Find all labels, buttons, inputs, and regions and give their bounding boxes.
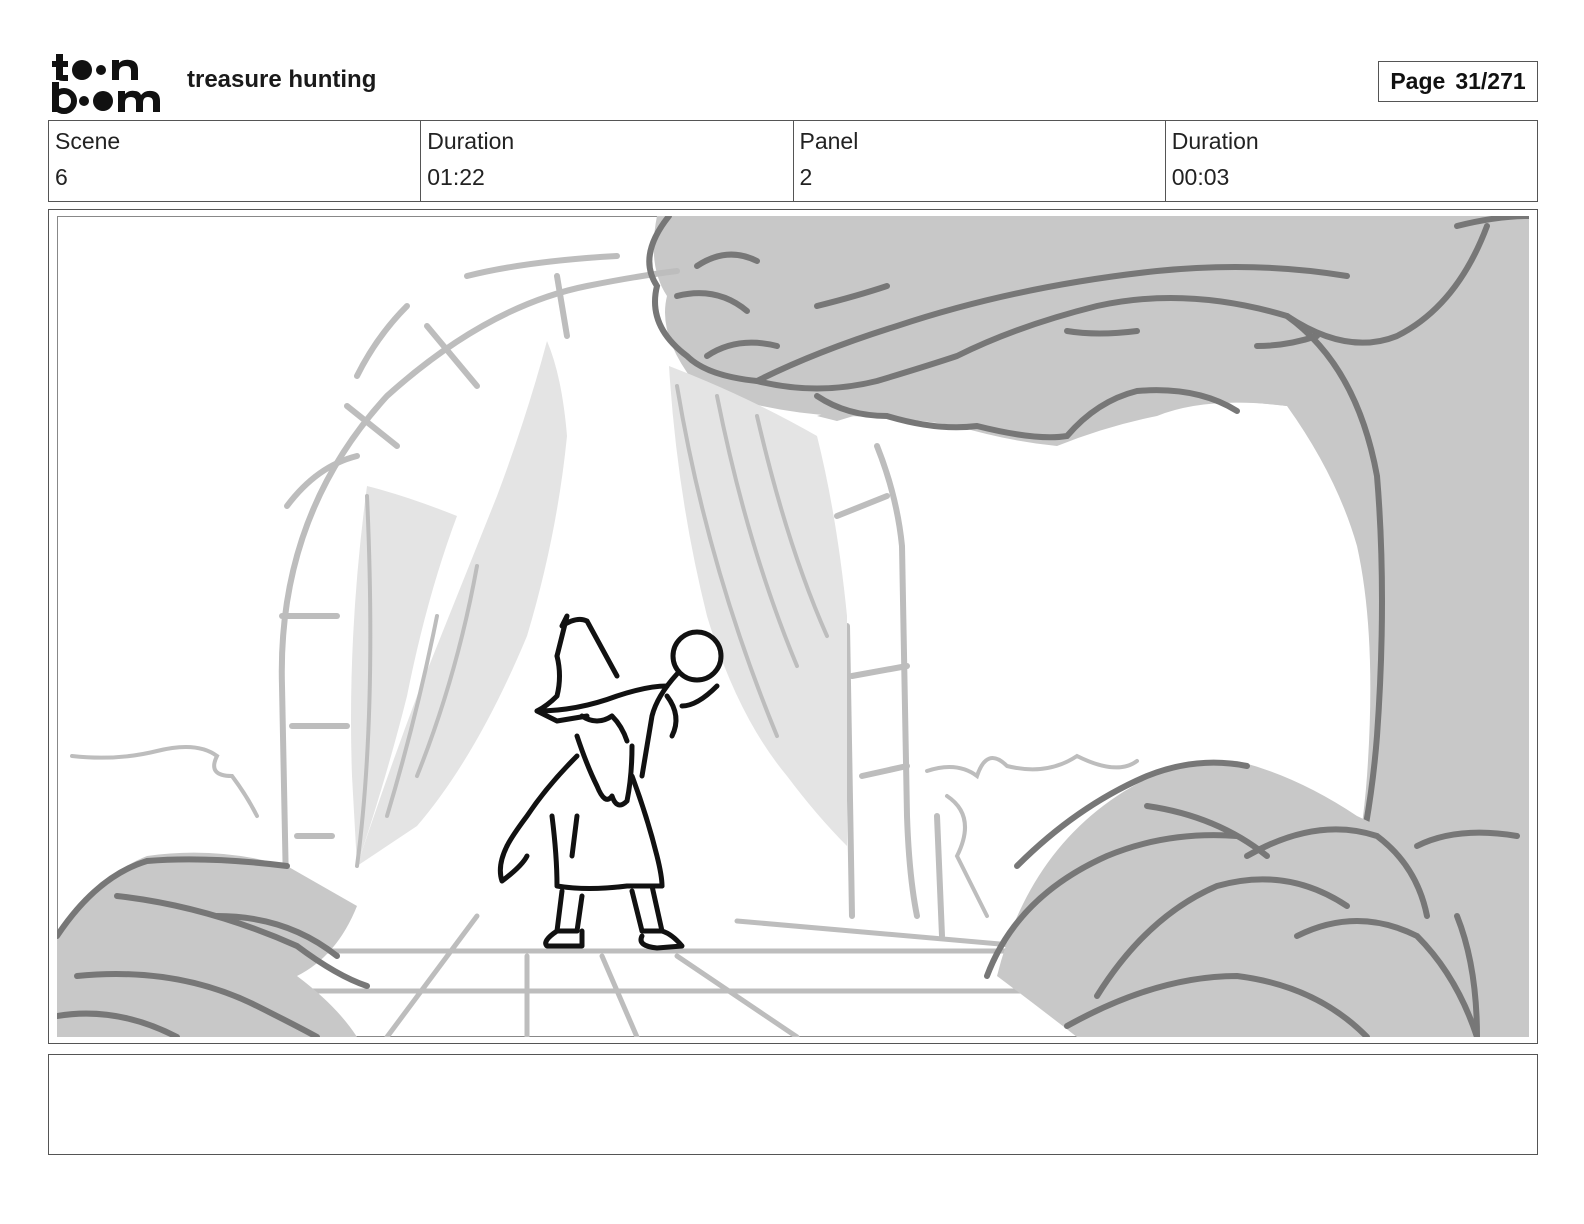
page-label: Page bbox=[1390, 68, 1446, 94]
page-number: 31/271 bbox=[1455, 68, 1526, 94]
toonboom-logo bbox=[52, 54, 160, 114]
panel-duration-label: Duration bbox=[1171, 128, 1259, 154]
document-title: treasure hunting bbox=[187, 66, 377, 93]
scene-label: Scene bbox=[55, 128, 121, 154]
storyboard-sketch-image bbox=[57, 216, 1529, 1037]
scene-info-table: Scene 6 Duration 01:22 Panel 2 Duration … bbox=[48, 120, 1538, 202]
scene-duration-label: Duration bbox=[427, 128, 515, 154]
scene-duration-value: 01:22 bbox=[427, 164, 485, 190]
panel-label: Panel bbox=[799, 128, 859, 154]
scene-duration-cell: Duration 01:22 bbox=[421, 121, 794, 201]
storyboard-panel bbox=[48, 209, 1538, 1044]
panel-duration-value: 00:03 bbox=[1171, 164, 1230, 190]
panel-cell: Panel 2 bbox=[794, 121, 1166, 201]
scene-value: 6 bbox=[55, 164, 68, 190]
scene-cell: Scene 6 bbox=[49, 121, 422, 201]
panel-duration-cell: Duration 00:03 bbox=[1166, 121, 1537, 201]
panel-notes-box bbox=[48, 1054, 1538, 1155]
panel-value: 2 bbox=[799, 164, 813, 190]
page-indicator: Page 31/271 bbox=[1378, 61, 1538, 102]
